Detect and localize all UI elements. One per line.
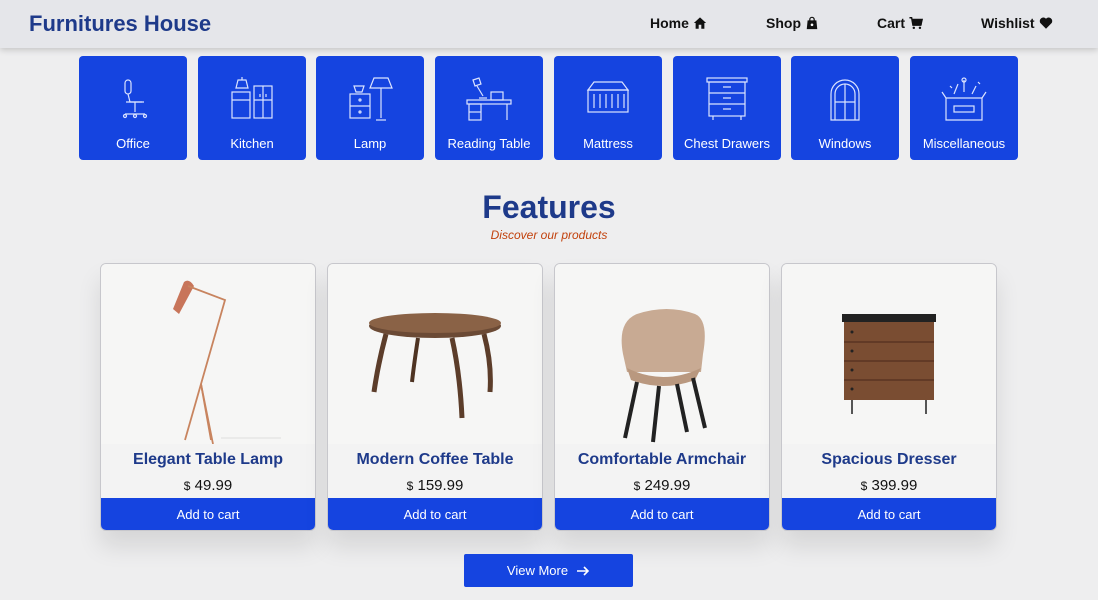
add-to-cart-button[interactable]: Add to cart bbox=[782, 498, 996, 530]
kitchen-icon bbox=[231, 77, 273, 119]
product-name[interactable]: Comfortable Armchair bbox=[555, 451, 769, 469]
category-kitchen-label: Kitchen bbox=[230, 136, 274, 151]
category-windows-label: Windows bbox=[818, 136, 872, 151]
category-kitchen[interactable]: Kitchen bbox=[198, 56, 306, 160]
product-name[interactable]: Modern Coffee Table bbox=[328, 451, 542, 469]
product-image[interactable] bbox=[555, 264, 769, 444]
currency-symbol: $ bbox=[633, 479, 641, 493]
chest-drawers-icon bbox=[706, 77, 748, 120]
reading-table-icon bbox=[466, 77, 512, 121]
currency-symbol: $ bbox=[860, 479, 868, 493]
shopping-bag-icon bbox=[806, 16, 818, 30]
price-value: 249.99 bbox=[644, 477, 691, 494]
category-mattress[interactable]: Mattress bbox=[554, 56, 662, 160]
add-to-cart-button[interactable]: Add to cart bbox=[555, 498, 769, 530]
add-to-cart-button[interactable]: Add to cart bbox=[101, 498, 315, 530]
category-lamp[interactable]: Lamp bbox=[316, 56, 424, 160]
currency-symbol: $ bbox=[406, 479, 414, 493]
category-office-label: Office bbox=[116, 136, 150, 151]
price-value: 49.99 bbox=[194, 477, 233, 494]
product-card: Comfortable Armchair $ 249.99 Add to car… bbox=[554, 263, 770, 531]
mattress-icon bbox=[586, 81, 630, 113]
product-price: $ 49.99 bbox=[101, 477, 315, 494]
top-navbar: Furnitures House Home Shop Cart Wishlist bbox=[0, 0, 1098, 48]
category-windows[interactable]: Windows bbox=[791, 56, 899, 160]
nav-shop-label: Shop bbox=[766, 15, 801, 31]
nav-cart-label: Cart bbox=[877, 15, 906, 31]
dresser-image bbox=[842, 314, 936, 414]
coffee-table-image bbox=[369, 313, 501, 419]
category-mattress-label: Mattress bbox=[583, 136, 633, 151]
product-image[interactable] bbox=[101, 264, 315, 444]
armchair-image bbox=[621, 309, 707, 443]
brand-logo-text[interactable]: Furnitures House bbox=[29, 11, 211, 37]
product-name[interactable]: Elegant Table Lamp bbox=[101, 451, 315, 469]
view-more-label: View More bbox=[506, 563, 569, 578]
office-chair-icon bbox=[122, 79, 148, 119]
product-card: Modern Coffee Table $ 159.99 Add to cart bbox=[327, 263, 543, 531]
heart-icon bbox=[1039, 17, 1052, 29]
category-miscellaneous-label: Miscellaneous bbox=[922, 136, 1006, 151]
category-chest-drawers-label: Chest Drawers bbox=[684, 136, 770, 151]
category-reading-table-label: Reading Table bbox=[447, 136, 531, 151]
price-value: 399.99 bbox=[871, 477, 918, 494]
category-miscellaneous[interactable]: Miscellaneous bbox=[910, 56, 1018, 160]
product-price: $ 249.99 bbox=[555, 477, 769, 494]
cart-icon bbox=[909, 17, 924, 30]
category-lamp-label: Lamp bbox=[353, 136, 387, 151]
product-image[interactable] bbox=[328, 264, 542, 444]
product-name[interactable]: Spacious Dresser bbox=[782, 451, 996, 469]
product-price: $ 159.99 bbox=[328, 477, 542, 494]
currency-symbol: $ bbox=[183, 479, 191, 493]
nav-home[interactable]: Home bbox=[650, 15, 707, 31]
add-to-cart-button[interactable]: Add to cart bbox=[328, 498, 542, 530]
lamp-icon bbox=[349, 77, 393, 121]
category-office[interactable]: Office bbox=[79, 56, 187, 160]
features-subtitle: Discover our products bbox=[490, 228, 608, 242]
product-price: $ 399.99 bbox=[782, 477, 996, 494]
nav-wishlist-label: Wishlist bbox=[981, 15, 1035, 31]
product-image[interactable] bbox=[782, 264, 996, 444]
features-heading: Features bbox=[482, 189, 616, 225]
miscellaneous-box-icon bbox=[941, 77, 987, 121]
category-chest-drawers[interactable]: Chest Drawers bbox=[673, 56, 781, 160]
arrow-right-icon bbox=[577, 565, 590, 576]
product-card: Spacious Dresser $ 399.99 Add to cart bbox=[781, 263, 997, 531]
nav-cart[interactable]: Cart bbox=[877, 15, 924, 31]
home-icon bbox=[693, 17, 707, 29]
nav-shop[interactable]: Shop bbox=[766, 15, 819, 31]
nav-home-label: Home bbox=[650, 15, 689, 31]
price-value: 159.99 bbox=[417, 477, 464, 494]
nav-wishlist[interactable]: Wishlist bbox=[981, 15, 1053, 31]
product-card: Elegant Table Lamp $ 49.99 Add to cart bbox=[100, 263, 316, 531]
floor-lamp-image bbox=[173, 280, 281, 444]
view-more-button[interactable]: View More bbox=[464, 554, 633, 587]
category-reading-table[interactable]: Reading Table bbox=[435, 56, 543, 160]
window-icon bbox=[830, 79, 860, 121]
